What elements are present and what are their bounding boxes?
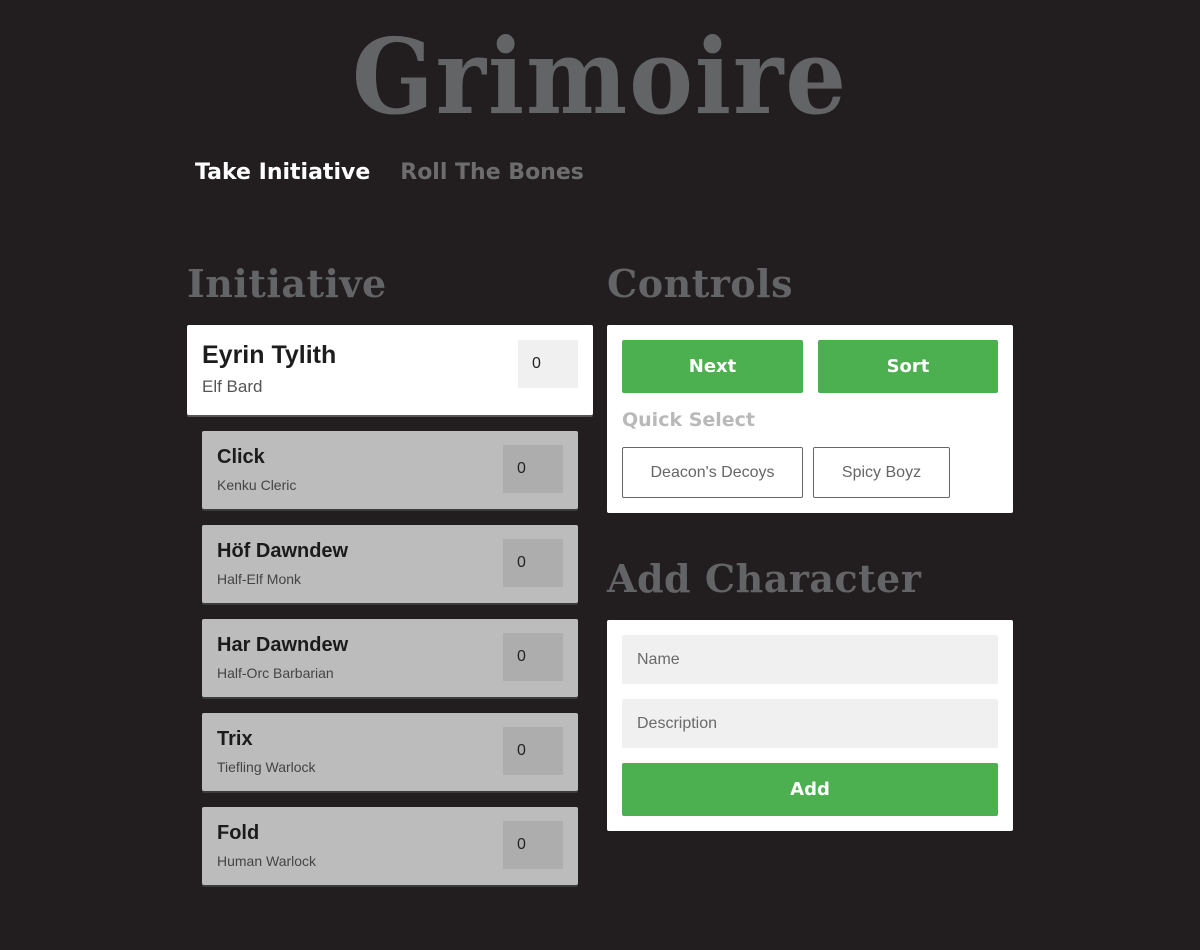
tab-roll-the-bones[interactable]: Roll The Bones	[400, 158, 584, 188]
sort-button[interactable]: Sort	[818, 340, 998, 393]
list-item: Click Kenku Cleric	[202, 431, 578, 509]
character-name: Eyrin Tylith	[202, 341, 337, 369]
character-description: Kenku Cleric	[217, 477, 297, 493]
next-button[interactable]: Next	[622, 340, 803, 393]
current-turn-card: Eyrin Tylith Elf Bard	[187, 325, 593, 415]
tab-take-initiative[interactable]: Take Initiative	[195, 158, 370, 188]
list-item: Trix Tiefling Warlock	[202, 713, 578, 791]
character-description: Tiefling Warlock	[217, 759, 316, 775]
character-name: Click	[217, 446, 265, 468]
character-name: Trix	[217, 728, 253, 750]
initiative-queue: Click Kenku Cleric Höf Dawndew Half-Elf …	[202, 431, 578, 885]
add-button[interactable]: Add	[622, 763, 998, 816]
controls-heading: Controls	[607, 261, 793, 306]
character-description: Half-Orc Barbarian	[217, 665, 334, 681]
initiative-score-input[interactable]	[518, 340, 578, 388]
add-character-heading: Add Character	[607, 556, 922, 601]
list-item: Höf Dawndew Half-Elf Monk	[202, 525, 578, 603]
character-description: Half-Elf Monk	[217, 571, 302, 587]
list-item: Har Dawndew Half-Orc Barbarian	[202, 619, 578, 697]
initiative-score-input[interactable]	[503, 445, 563, 493]
app-logo: Grimoire	[352, 15, 848, 138]
initiative-score-input[interactable]	[503, 821, 563, 869]
add-character-panel: Add	[607, 620, 1013, 831]
list-item: Fold Human Warlock	[202, 807, 578, 885]
character-name: Har Dawndew	[217, 634, 349, 656]
initiative-score-input[interactable]	[503, 633, 563, 681]
initiative-heading: Initiative	[187, 261, 387, 306]
initiative-score-input[interactable]	[503, 727, 563, 775]
quick-select-label: Quick Select	[622, 409, 756, 431]
character-name: Fold	[217, 822, 260, 844]
character-description: Elf Bard	[202, 377, 263, 396]
quick-select-deacons-decoys-button[interactable]: Deacon's Decoys	[622, 447, 803, 498]
description-field[interactable]	[622, 699, 998, 748]
initiative-score-input[interactable]	[503, 539, 563, 587]
controls-panel: Next Sort Quick Select Deacon's Decoys S…	[607, 325, 1013, 513]
page: Grimoire Take Initiative Roll The Bones …	[0, 0, 1200, 950]
main-nav: Take Initiative Roll The Bones	[195, 158, 584, 188]
name-field[interactable]	[622, 635, 998, 684]
initiative-list: Eyrin Tylith Elf Bard Click Kenku Cleric…	[187, 325, 593, 885]
character-description: Human Warlock	[217, 853, 317, 869]
character-name: Höf Dawndew	[217, 540, 349, 562]
quick-select-spicy-boyz-button[interactable]: Spicy Boyz	[813, 447, 950, 498]
